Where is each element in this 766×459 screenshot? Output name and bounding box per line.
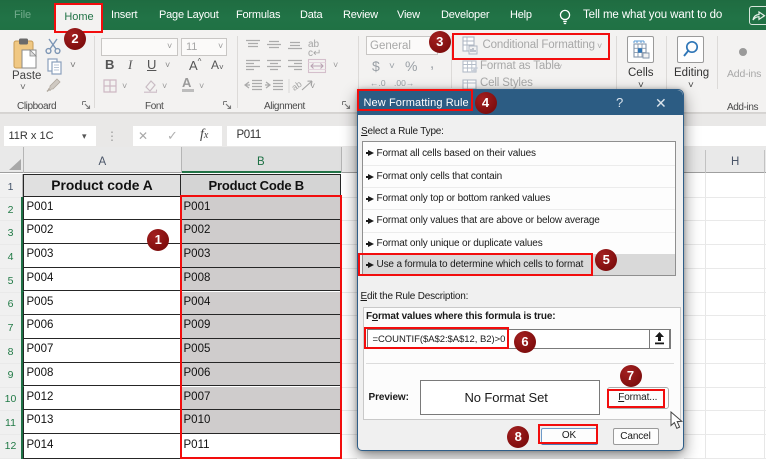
svg-text:ab: ab xyxy=(290,79,304,93)
svg-text:c↵: c↵ xyxy=(308,48,321,59)
